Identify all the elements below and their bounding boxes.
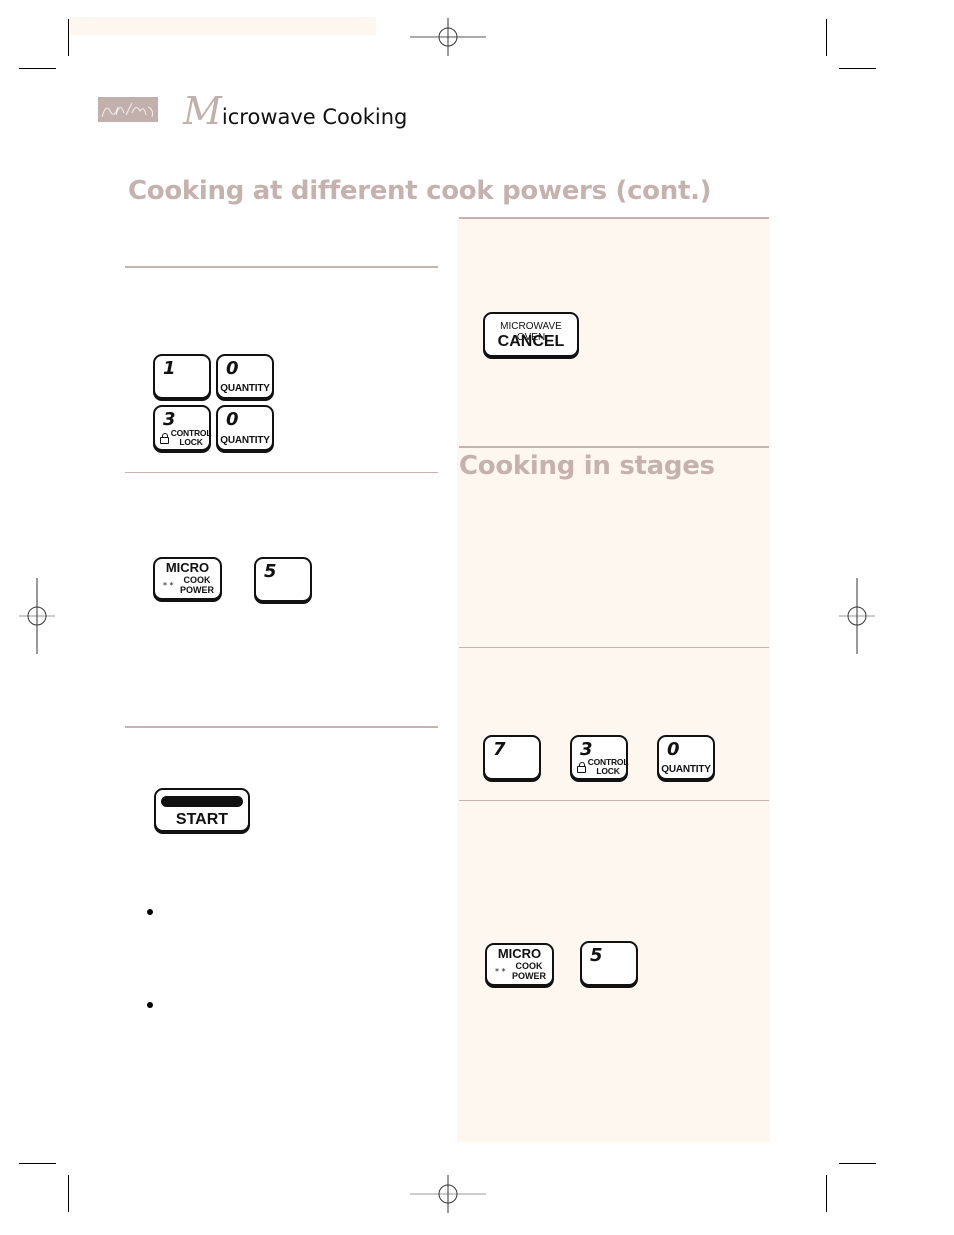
lock-icon (160, 433, 169, 444)
page-header-title: M icrowave Cooking (183, 89, 408, 133)
start-bar (161, 796, 243, 807)
divider (459, 647, 769, 648)
header-initial: M (183, 89, 222, 133)
crop-mark (68, 19, 69, 56)
script-logo (98, 97, 158, 122)
start-button[interactable]: START (154, 788, 250, 832)
crop-mark (839, 68, 876, 69)
crop-mark (826, 19, 827, 56)
divider (459, 217, 769, 219)
keypad-1-button[interactable]: 1 (153, 354, 211, 399)
crop-mark (839, 1163, 876, 1164)
micro-cook-power-button[interactable]: MICRO * * COOK POWER (153, 557, 222, 600)
registration-mark-icon (19, 578, 55, 654)
section-title: Cooking at different cook powers (cont.) (128, 176, 712, 206)
registration-mark-icon (839, 578, 875, 654)
bullet (147, 1002, 153, 1008)
stars-icon: * * (495, 967, 506, 976)
keypad-0-quantity-button[interactable]: 0 QUANTITY (657, 735, 715, 780)
crop-mark (68, 1175, 69, 1212)
section-title-stages: Cooking in stages (459, 451, 715, 481)
divider (125, 266, 438, 268)
crop-mark (826, 1175, 827, 1212)
lock-icon (577, 762, 586, 773)
divider (125, 726, 438, 728)
header-title-rest: icrowave Cooking (221, 105, 408, 129)
crop-mark (19, 1163, 56, 1164)
keypad-5-button[interactable]: 5 (580, 941, 638, 986)
keypad-7-button[interactable]: 7 (483, 735, 541, 780)
keypad-0-quantity-button[interactable]: 0 QUANTITY (216, 354, 274, 399)
crop-mark (19, 68, 56, 69)
registration-mark-icon (410, 1175, 486, 1213)
keypad-3-control-lock-button[interactable]: 3 CONTROL LOCK (570, 735, 629, 780)
micro-cook-power-button[interactable]: MICRO * * COOK POWER (485, 943, 554, 986)
top-color-band (70, 17, 376, 35)
microwave-oven-cancel-button[interactable]: MICROWAVE OVEN CANCEL (483, 312, 579, 357)
keypad-5-button[interactable]: 5 (254, 557, 312, 602)
stars-icon: * * (163, 581, 174, 590)
divider (459, 800, 769, 801)
divider (459, 446, 769, 448)
keypad-3-control-lock-button[interactable]: 3 CONTROL LOCK (153, 405, 212, 451)
divider (125, 472, 438, 473)
signature-icon (101, 102, 153, 118)
bullet (147, 909, 153, 915)
registration-mark-icon (410, 18, 486, 56)
keypad-0-quantity-button[interactable]: 0 QUANTITY (216, 405, 274, 451)
